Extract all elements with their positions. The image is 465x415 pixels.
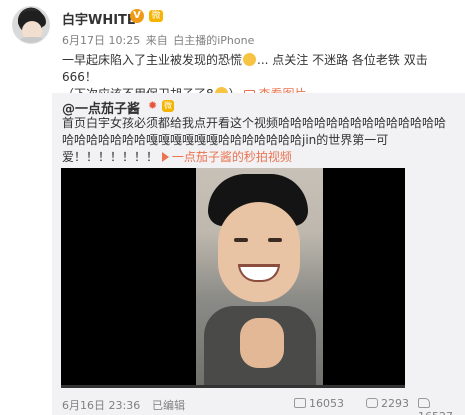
post-text-part1: 一早起床陷入了主业被发现的恐慌 — [62, 53, 243, 67]
like-stat[interactable]: 16527 — [418, 397, 457, 415]
post-time[interactable]: 6月17日 10:25 — [62, 34, 140, 47]
like-count: 16527 — [418, 410, 453, 415]
play-icon — [161, 152, 169, 162]
scared-emoji-icon — [243, 53, 257, 66]
comment-count: 2293 — [381, 397, 409, 410]
post-meta: 6月17日 10:25 来自 白主播的iPhone — [62, 32, 256, 48]
avatar[interactable] — [12, 6, 50, 44]
video-eye-right — [268, 238, 282, 242]
repost-footer: 6月16日 23:36 已编辑 16053 2293 16527 — [62, 395, 457, 415]
username-link[interactable]: 白宇WHITE — [62, 9, 136, 28]
repost-text: 首页白宇女孩必须都给我点开看这个视频哈哈哈哈哈哈哈哈哈哈哈哈哈哈哈哈哈哈哈哈哈嘎… — [62, 115, 457, 166]
repost-time[interactable]: 6月16日 23:36 — [62, 397, 140, 413]
verified-icon: V — [130, 9, 144, 23]
like-icon — [418, 398, 430, 408]
video-link[interactable]: 一点茄子酱的秒拍视频 — [161, 150, 292, 164]
repost-card[interactable]: @一点茄子酱 ✹ 微 首页白宇女孩必须都给我点开看这个视频哈哈哈哈哈哈哈哈哈哈哈… — [52, 93, 465, 415]
edited-label: 已编辑 — [152, 399, 185, 412]
share-count: 16053 — [309, 397, 344, 410]
video-hand — [240, 318, 284, 368]
star-badge-icon: ✹ — [148, 99, 158, 112]
video-frame — [196, 168, 323, 388]
weibo-level-icon: 微 — [162, 100, 174, 112]
video-player[interactable] — [61, 168, 405, 388]
video-face — [218, 202, 300, 302]
avatar-body — [17, 37, 47, 43]
via-source[interactable]: 白主播的iPhone — [173, 34, 254, 47]
share-stat[interactable]: 16053 — [294, 397, 344, 410]
share-icon — [294, 398, 306, 408]
weibo-level-icon: 微 — [149, 10, 163, 22]
comment-icon — [366, 398, 378, 408]
video-progress-bar[interactable] — [61, 385, 405, 388]
video-link-label: 一点茄子酱的秒拍视频 — [171, 150, 292, 164]
via-prefix: 来自 — [145, 34, 168, 47]
video-eye-left — [234, 238, 248, 242]
comment-stat[interactable]: 2293 — [366, 397, 409, 410]
